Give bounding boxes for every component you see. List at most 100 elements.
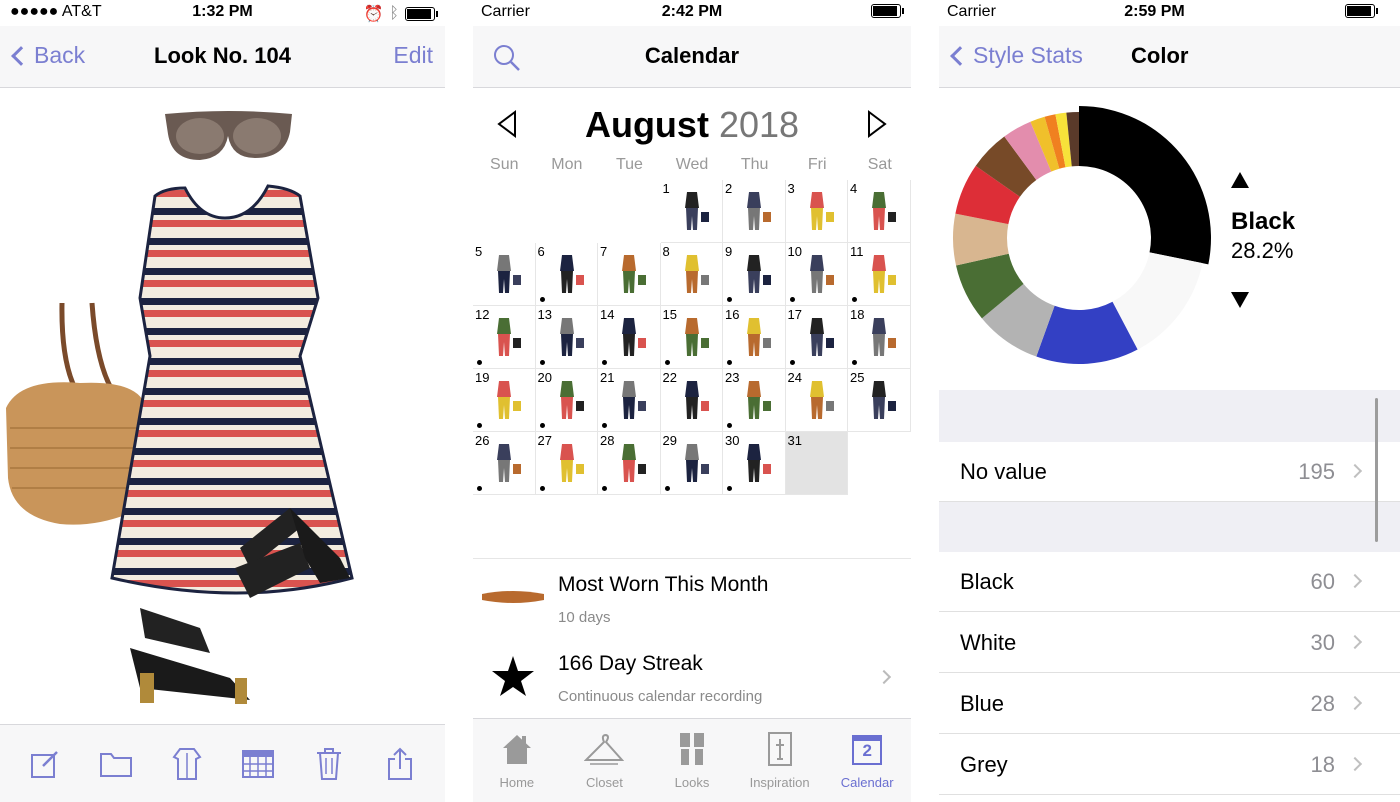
calendar-day-cell[interactable]: 8 — [660, 243, 723, 306]
calendar-day-cell[interactable]: 23 — [723, 369, 786, 432]
row-label: Blue — [960, 691, 1005, 716]
outfit-thumbnail — [559, 318, 584, 356]
outfit-thumbnail — [684, 192, 709, 230]
edit-button[interactable]: Edit — [393, 42, 433, 69]
day-number: 7 — [600, 244, 608, 259]
day-number: 6 — [537, 244, 545, 259]
tab-closet[interactable]: Closet — [561, 719, 649, 802]
calendar-day-cell[interactable]: 15 — [660, 306, 723, 369]
recorded-dot — [789, 360, 795, 365]
calendar-day-cell[interactable]: 10 — [785, 243, 848, 306]
calendar-day-cell[interactable]: 28 — [598, 432, 661, 495]
outfit-thumbnail — [872, 318, 896, 356]
no-value-row[interactable]: No value 195 — [939, 442, 1400, 502]
weekday-label: Mon — [551, 156, 583, 173]
back-button[interactable]: Style Stats — [949, 42, 1083, 69]
outfit-thumbnail — [872, 192, 896, 230]
color-row[interactable]: Grey 18 — [939, 735, 1400, 795]
color-row[interactable]: Blue 28 — [939, 674, 1400, 734]
donut-slice[interactable] — [1079, 106, 1211, 265]
calendar-day-cell[interactable]: 24 — [785, 369, 848, 432]
prev-slice-button[interactable] — [1231, 172, 1249, 188]
outfit-thumbnail — [809, 381, 834, 419]
chevron-right-icon — [1347, 634, 1363, 650]
calendar-day-cell[interactable]: 18 — [848, 306, 911, 369]
hanger-icon — [584, 729, 625, 769]
outfit-thumbnail — [497, 444, 521, 482]
calendar-day-cell[interactable]: 25 — [848, 369, 911, 432]
outfit-thumbnail — [497, 255, 521, 293]
sunglasses-item[interactable] — [165, 111, 292, 160]
row-count: 30 — [1310, 630, 1335, 655]
calendar-day-cell[interactable]: 30 — [723, 432, 786, 495]
compose-icon[interactable] — [27, 746, 63, 782]
weekday-label: Fri — [807, 156, 827, 173]
calendar-day-cell[interactable]: 7 — [598, 243, 661, 306]
outfit-thumbnail — [684, 381, 709, 419]
calendar-day-cell[interactable]: 2 — [723, 180, 786, 243]
next-month-button[interactable] — [865, 110, 889, 138]
donut-svg[interactable] — [939, 88, 1219, 388]
weekday-label: Sun — [490, 156, 519, 173]
color-row[interactable]: White 30 — [939, 613, 1400, 673]
recorded-dot — [852, 360, 857, 365]
next-slice-button[interactable] — [1231, 292, 1249, 308]
calendar-day-cell[interactable]: 4 — [848, 180, 911, 243]
status-icons — [871, 4, 904, 18]
most-worn-row[interactable]: Most Worn This Month 10 days — [473, 558, 911, 638]
calendar-day-cell[interactable]: 26 — [473, 432, 536, 495]
battery-icon — [1345, 4, 1378, 18]
outfit-thumbnail — [747, 381, 771, 419]
battery-icon — [871, 4, 904, 18]
recorded-dot — [727, 297, 732, 302]
day-number: 3 — [787, 181, 795, 196]
calendar-day-cell[interactable]: 5 — [473, 243, 536, 306]
calendar-day-cell[interactable]: 16 — [723, 306, 786, 369]
calendar-day-cell[interactable]: 3 — [785, 180, 848, 243]
scrollbar[interactable] — [1375, 398, 1378, 542]
chevron-right-icon — [1347, 695, 1363, 711]
calendar-day-cell[interactable]: 1 — [660, 180, 723, 243]
calendar-day-cell[interactable]: 20 — [535, 369, 598, 432]
calendar-day-cell[interactable]: 27 — [535, 432, 598, 495]
status-time: 2:59 PM — [1124, 3, 1185, 20]
tab-calendar[interactable]: 2 Calendar — [823, 719, 911, 802]
streak-row[interactable]: 166 Day Streak Continuous calendar recor… — [473, 638, 911, 718]
calendar-day-cell[interactable]: 11 — [848, 243, 911, 306]
share-icon[interactable] — [382, 746, 418, 782]
calendar-day-cell[interactable]: 12 — [473, 306, 536, 369]
outfit-collage — [6, 111, 354, 704]
folder-icon[interactable] — [98, 746, 134, 782]
calendar-grid-icon[interactable] — [240, 746, 276, 782]
tab-inspiration[interactable]: Inspiration — [736, 719, 824, 802]
outfit-thumbnail — [559, 444, 584, 482]
striped-dress-item[interactable] — [110, 184, 354, 595]
status-bar: Carrier 2:42 PM — [473, 0, 911, 26]
calendar-day-cell[interactable]: 14 — [598, 306, 661, 369]
calendar-day-cell[interactable]: 29 — [660, 432, 723, 495]
straw-bag-item[interactable] — [6, 302, 146, 525]
calendar-day-cell[interactable]: 22 — [660, 369, 723, 432]
outfit-thumbnail — [747, 318, 771, 356]
tab-label: Home — [499, 775, 535, 790]
belt-thumbnail — [479, 577, 547, 617]
calendar-day-cell[interactable]: 9 — [723, 243, 786, 306]
weekday-label: Thu — [740, 156, 769, 173]
calendar-day-cell[interactable]: 21 — [598, 369, 661, 432]
calendar-day-cell[interactable]: 13 — [535, 306, 598, 369]
trash-icon[interactable] — [311, 746, 347, 782]
calendar-badge: 2 — [862, 741, 872, 760]
outfit-thumbnail — [497, 381, 521, 419]
calendar-day-cell[interactable]: 19 — [473, 369, 536, 432]
tab-looks[interactable]: Looks — [648, 719, 736, 802]
outfit-thumbnail — [809, 318, 834, 356]
month-header: August 2018 — [473, 98, 911, 154]
outfit-icon[interactable] — [169, 746, 205, 782]
color-row[interactable]: Black 60 — [939, 552, 1400, 612]
month-title: August 2018 — [473, 104, 911, 146]
calendar-day-cell[interactable]: 6 — [535, 243, 598, 306]
tab-home[interactable]: Home — [473, 719, 561, 802]
calendar-day-cell[interactable]: 31 — [785, 432, 848, 495]
calendar-day-cell[interactable]: 17 — [785, 306, 848, 369]
day-number: 1 — [662, 181, 670, 196]
